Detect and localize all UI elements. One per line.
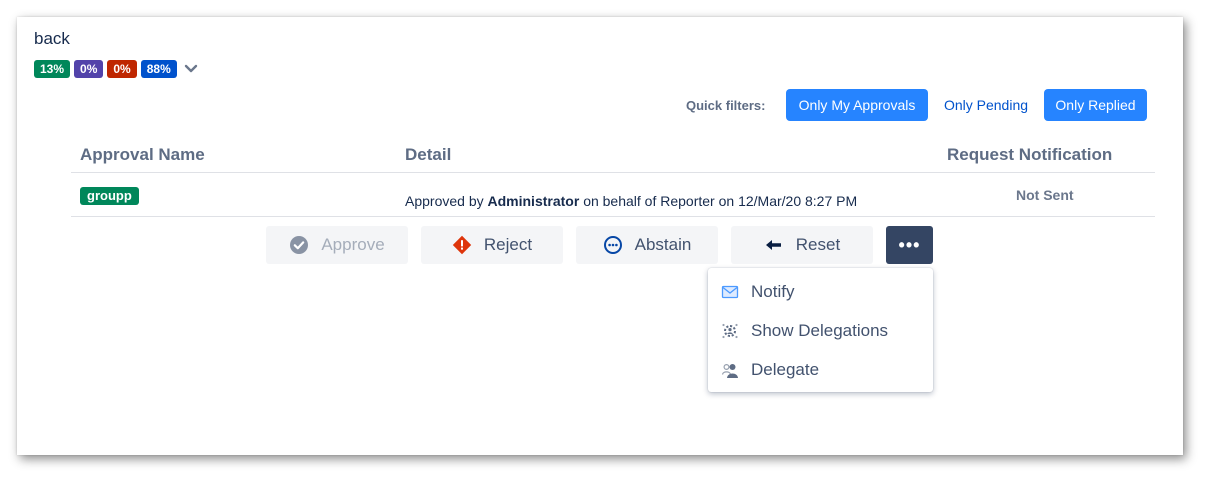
filter-only-pending[interactable]: Only Pending bbox=[936, 89, 1036, 121]
chevron-down-icon[interactable] bbox=[183, 61, 199, 77]
reset-button[interactable]: Reset bbox=[731, 226, 873, 264]
approval-name-label: groupp bbox=[80, 187, 139, 205]
gear-people-icon bbox=[722, 323, 738, 339]
reset-label: Reset bbox=[795, 235, 841, 254]
menu-item-show-delegations[interactable]: Show Delegations bbox=[721, 318, 888, 344]
header-divider bbox=[71, 172, 1155, 173]
ellipsis-circle-icon bbox=[603, 236, 622, 254]
more-actions-button[interactable]: ••• bbox=[886, 226, 933, 264]
row-divider bbox=[71, 216, 1155, 217]
approve-button[interactable]: Approve bbox=[266, 226, 408, 264]
abstained-percent-badge: 0% bbox=[74, 60, 104, 78]
detail-user: Administrator bbox=[487, 193, 580, 209]
back-link[interactable]: back bbox=[34, 29, 70, 49]
detail-prefix: Approved by bbox=[405, 193, 484, 209]
filter-only-my-approvals[interactable]: Only My Approvals bbox=[786, 89, 928, 121]
quick-filters-label: Quick filters: bbox=[686, 98, 766, 113]
approval-stats: 13% 0% 0% 88% bbox=[34, 60, 199, 78]
rejected-percent-badge: 0% bbox=[107, 60, 137, 78]
approval-detail: Approved by Administrator on behalf of R… bbox=[405, 193, 857, 209]
pending-percent-badge: 88% bbox=[140, 60, 177, 78]
column-header-request-notification: Request Notification bbox=[947, 145, 1113, 164]
envelope-icon bbox=[721, 285, 739, 299]
reject-button[interactable]: Reject bbox=[421, 226, 563, 264]
column-header-detail: Detail bbox=[405, 145, 452, 164]
person-icon bbox=[721, 363, 738, 378]
abstain-button[interactable]: Abstain bbox=[576, 226, 718, 264]
more-actions-menu: Notify Show Delegations Delegate bbox=[708, 268, 933, 392]
notify-label: Notify bbox=[751, 282, 795, 301]
menu-item-delegate[interactable]: Delegate bbox=[721, 357, 819, 383]
check-circle-icon bbox=[290, 236, 309, 254]
abstain-label: Abstain bbox=[634, 235, 692, 254]
filter-only-replied[interactable]: Only Replied bbox=[1044, 89, 1147, 121]
delegate-label: Delegate bbox=[751, 360, 820, 379]
arrow-left-icon bbox=[765, 240, 781, 250]
menu-item-notify[interactable]: Notify bbox=[721, 279, 794, 305]
reject-label: Reject bbox=[483, 235, 533, 254]
error-diamond-icon bbox=[452, 235, 472, 255]
notification-status: Not Sent bbox=[1016, 187, 1074, 203]
detail-suffix: on behalf of Reporter on 12/Mar/20 8:27 … bbox=[583, 193, 858, 209]
approve-label: Approve bbox=[321, 235, 385, 254]
show-delegations-label: Show Delegations bbox=[751, 321, 889, 340]
column-header-approval-name: Approval Name bbox=[80, 145, 205, 164]
approved-percent-badge: 13% bbox=[34, 60, 71, 78]
